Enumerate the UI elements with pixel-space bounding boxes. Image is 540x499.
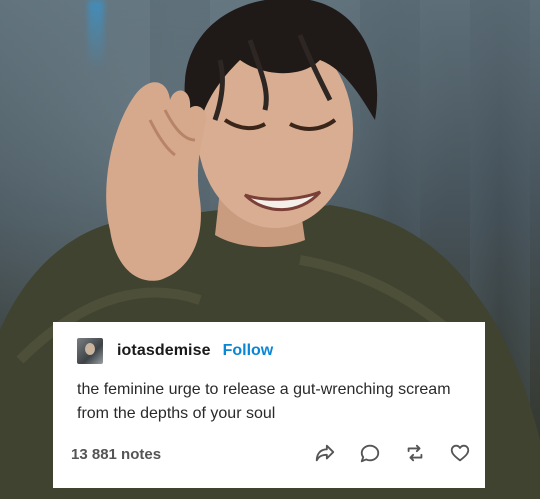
hand — [106, 82, 207, 281]
tumblr-post-card: iotasdemise Follow the feminine urge to … — [53, 322, 485, 488]
avatar[interactable] — [77, 338, 103, 364]
post-text: the feminine urge to release a gut-wrenc… — [77, 381, 451, 422]
username[interactable]: iotasdemise — [117, 342, 211, 360]
reblog-icon — [407, 444, 423, 462]
share-button[interactable] — [314, 442, 336, 464]
post-actions — [291, 442, 471, 464]
reply-icon — [360, 444, 380, 463]
post-header: iotasdemise Follow — [77, 338, 273, 364]
like-button[interactable] — [449, 442, 471, 464]
heart-icon — [450, 444, 470, 462]
follow-button[interactable]: Follow — [223, 342, 274, 360]
reblog-button[interactable] — [404, 442, 426, 464]
reply-button[interactable] — [359, 442, 381, 464]
share-icon — [315, 444, 335, 462]
background-photo: iotasdemise Follow the feminine urge to … — [0, 0, 540, 499]
notes-count[interactable]: 13 881 notes — [71, 446, 161, 463]
